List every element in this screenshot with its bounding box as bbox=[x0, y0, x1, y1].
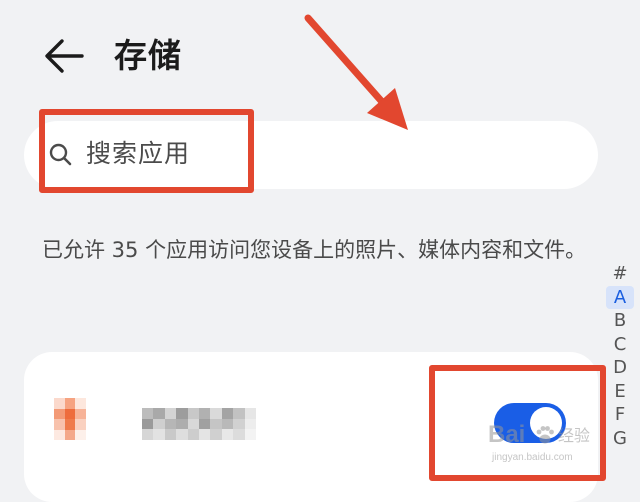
alpha-index-letter[interactable]: # bbox=[606, 262, 634, 286]
pixel-block bbox=[210, 408, 222, 419]
pixel-block bbox=[198, 429, 211, 440]
baidu-watermark: Bai 经验 jingyan.baidu.com bbox=[488, 420, 606, 474]
pixel-block bbox=[164, 408, 177, 419]
alpha-index-letter[interactable]: E bbox=[606, 380, 634, 404]
pixel-block bbox=[153, 429, 165, 440]
pixel-block bbox=[221, 408, 234, 419]
pixel-block bbox=[54, 429, 65, 440]
permission-description: 已允许 35 个应用访问您设备上的照片、媒体内容和文件。 bbox=[42, 238, 587, 262]
page-title: 存储 bbox=[114, 36, 182, 75]
alpha-index-letter[interactable]: F bbox=[606, 403, 634, 427]
pixel-block bbox=[64, 429, 76, 440]
pixel-block bbox=[153, 408, 165, 419]
pixel-block bbox=[221, 429, 234, 440]
pixel-block bbox=[244, 418, 256, 430]
alpha-index-letter[interactable]: B bbox=[606, 309, 634, 333]
alpha-index-letter[interactable]: G bbox=[606, 427, 634, 451]
pixel-block bbox=[54, 419, 65, 430]
pixel-block bbox=[164, 429, 177, 440]
pixel-block bbox=[198, 418, 211, 430]
alpha-index-letter[interactable]: A bbox=[606, 285, 634, 309]
pixel-block bbox=[198, 408, 211, 419]
pixel-block bbox=[75, 398, 86, 409]
pixel-block bbox=[210, 418, 222, 430]
pixel-block bbox=[221, 418, 234, 430]
back-arrow-icon[interactable] bbox=[44, 38, 84, 74]
pixel-block bbox=[244, 429, 256, 440]
pixel-block bbox=[54, 398, 65, 409]
pixel-block bbox=[64, 398, 76, 409]
pixel-block bbox=[176, 408, 188, 419]
pixel-block bbox=[210, 429, 222, 440]
pixel-block bbox=[187, 429, 199, 440]
alpha-index-letter[interactable]: D bbox=[606, 356, 634, 380]
pixel-block bbox=[233, 418, 245, 430]
watermark-text: Bai bbox=[488, 421, 526, 448]
pixel-block bbox=[75, 419, 86, 430]
app-name-obscured bbox=[142, 408, 256, 440]
alpha-index-letter[interactable]: C bbox=[606, 333, 634, 357]
pixel-block bbox=[75, 429, 86, 440]
pixel-block bbox=[54, 408, 65, 419]
pixel-block bbox=[233, 408, 245, 419]
pixel-block bbox=[75, 408, 86, 419]
pixel-block bbox=[176, 418, 188, 430]
pixel-block bbox=[142, 418, 154, 430]
annotation-box-search bbox=[39, 109, 254, 193]
pixel-block bbox=[187, 418, 199, 430]
watermark-side-text: 经验 bbox=[558, 426, 591, 445]
pixel-block bbox=[164, 418, 177, 430]
pixel-block bbox=[233, 429, 245, 440]
pixel-block bbox=[64, 419, 76, 430]
pixel-block bbox=[244, 408, 256, 419]
pixel-block bbox=[176, 429, 188, 440]
pixel-block bbox=[142, 429, 154, 440]
pixel-block bbox=[187, 408, 199, 419]
pixel-block bbox=[142, 408, 154, 419]
alphabet-index[interactable]: # A B C D E F G bbox=[606, 262, 634, 450]
app-icon-obscured bbox=[54, 398, 86, 440]
paw-icon bbox=[536, 426, 554, 444]
watermark-url: jingyan.baidu.com bbox=[492, 452, 573, 463]
pixel-block bbox=[64, 408, 76, 419]
pixel-block bbox=[153, 418, 165, 430]
